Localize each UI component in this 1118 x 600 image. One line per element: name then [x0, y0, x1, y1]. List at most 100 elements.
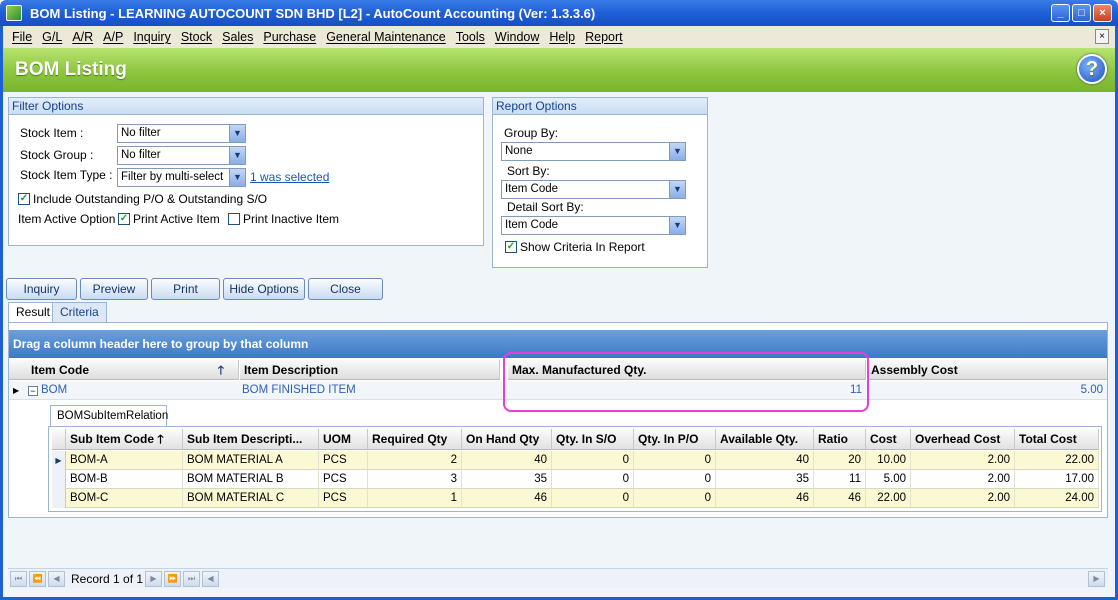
checkbox-unchecked-icon[interactable]: [228, 213, 240, 225]
col-sub-item-description[interactable]: Sub Item Descripti...: [183, 429, 319, 450]
sub-item-code-cell[interactable]: BOM-C: [66, 489, 183, 508]
total-cost-cell[interactable]: 17.00: [1015, 470, 1099, 489]
chevron-down-icon[interactable]: ▼: [229, 169, 245, 186]
chevron-down-icon[interactable]: ▼: [669, 143, 685, 160]
inquiry-button[interactable]: Inquiry: [6, 278, 77, 300]
collapse-icon[interactable]: −: [28, 386, 38, 396]
col-uom[interactable]: UOM: [319, 429, 368, 450]
col-total-cost[interactable]: Total Cost: [1015, 429, 1099, 450]
sub-item-code-cell[interactable]: BOM-A: [66, 451, 183, 470]
tab-result[interactable]: Result: [8, 302, 59, 324]
tab-criteria[interactable]: Criteria: [52, 302, 107, 322]
col-cost[interactable]: Cost: [866, 429, 911, 450]
required-qty-cell[interactable]: 3: [368, 470, 462, 489]
stock-item-combo[interactable]: No filter ▼: [117, 124, 246, 143]
overhead-cost-cell[interactable]: 2.00: [911, 489, 1015, 508]
item-description-cell[interactable]: BOM FINISHED ITEM: [242, 381, 500, 400]
chevron-down-icon[interactable]: ▼: [229, 125, 245, 142]
available-qty-cell[interactable]: 35: [716, 470, 814, 489]
prev-page-icon[interactable]: ⏪: [29, 571, 46, 587]
detail-sort-by-combo[interactable]: Item Code ▼: [501, 216, 686, 235]
overhead-cost-cell[interactable]: 2.00: [911, 451, 1015, 470]
required-qty-cell[interactable]: 1: [368, 489, 462, 508]
close-window-button[interactable]: ×: [1093, 4, 1112, 22]
col-on-hand-qty[interactable]: On Hand Qty: [462, 429, 552, 450]
col-required-qty[interactable]: Required Qty: [368, 429, 462, 450]
chevron-down-icon[interactable]: ▼: [669, 181, 685, 198]
print-active-checkbox[interactable]: ✓ Print Active Item: [118, 212, 220, 226]
col-qty-in-so[interactable]: Qty. In S/O: [552, 429, 634, 450]
col-ratio[interactable]: Ratio: [814, 429, 866, 450]
prev-record-icon[interactable]: ◀: [48, 571, 65, 587]
hide-options-button[interactable]: Hide Options: [223, 278, 305, 300]
available-qty-cell[interactable]: 40: [716, 451, 814, 470]
ratio-cell[interactable]: 11: [814, 470, 866, 489]
menu-gl[interactable]: G/L: [42, 30, 62, 44]
next-page-icon[interactable]: ⏩: [164, 571, 181, 587]
ratio-cell[interactable]: 46: [814, 489, 866, 508]
qty-in-po-cell[interactable]: 0: [634, 451, 716, 470]
checkbox-checked-icon[interactable]: ✓: [505, 241, 517, 253]
available-qty-cell[interactable]: 46: [716, 489, 814, 508]
uom-cell[interactable]: PCS: [319, 451, 368, 470]
menu-inquiry[interactable]: Inquiry: [133, 30, 171, 44]
ratio-cell[interactable]: 20: [814, 451, 866, 470]
qty-in-so-cell[interactable]: 0: [552, 470, 634, 489]
on-hand-qty-cell[interactable]: 40: [462, 451, 552, 470]
help-icon[interactable]: ?: [1077, 54, 1107, 84]
menu-tools[interactable]: Tools: [456, 30, 485, 44]
total-cost-cell[interactable]: 22.00: [1015, 451, 1099, 470]
col-item-description[interactable]: Item Description: [240, 360, 500, 380]
tab-bom-sub-item-relation[interactable]: BOMSubItemRelation: [50, 405, 168, 426]
last-record-icon[interactable]: ⏭: [183, 571, 200, 587]
first-record-icon[interactable]: ⏮: [10, 571, 27, 587]
menu-ap[interactable]: A/P: [103, 30, 123, 44]
col-sub-item-code[interactable]: Sub Item Code 🡑: [66, 429, 183, 450]
chevron-down-icon[interactable]: ▼: [229, 147, 245, 164]
sub-item-description-cell[interactable]: BOM MATERIAL B: [183, 470, 319, 489]
on-hand-qty-cell[interactable]: 35: [462, 470, 552, 489]
sub-item-description-cell[interactable]: BOM MATERIAL A: [183, 451, 319, 470]
close-button[interactable]: Close: [308, 278, 383, 300]
menu-file[interactable]: File: [12, 30, 32, 44]
overhead-cost-cell[interactable]: 2.00: [911, 470, 1015, 489]
col-assembly-cost[interactable]: Assembly Cost: [867, 360, 1107, 380]
col-qty-in-po[interactable]: Qty. In P/O: [634, 429, 716, 450]
sub-item-description-cell[interactable]: BOM MATERIAL C: [183, 489, 319, 508]
scroll-left-icon[interactable]: ◀: [202, 571, 219, 587]
cost-cell[interactable]: 5.00: [866, 470, 911, 489]
col-available-qty[interactable]: Available Qty.: [716, 429, 814, 450]
chevron-down-icon[interactable]: ▼: [669, 217, 685, 234]
mdi-close-button[interactable]: ×: [1095, 29, 1109, 44]
menu-window[interactable]: Window: [495, 30, 539, 44]
checkbox-checked-icon[interactable]: ✓: [118, 213, 130, 225]
cost-cell[interactable]: 10.00: [866, 451, 911, 470]
menu-help[interactable]: Help: [549, 30, 575, 44]
qty-in-po-cell[interactable]: 0: [634, 470, 716, 489]
selected-items-link[interactable]: 1 was selected: [250, 170, 329, 184]
qty-in-so-cell[interactable]: 0: [552, 451, 634, 470]
item-code-cell[interactable]: − BOM: [28, 381, 238, 400]
required-qty-cell[interactable]: 2: [368, 451, 462, 470]
qty-in-po-cell[interactable]: 0: [634, 489, 716, 508]
include-outstanding-checkbox[interactable]: ✓ Include Outstanding P/O & Outstanding S…: [18, 192, 267, 206]
on-hand-qty-cell[interactable]: 46: [462, 489, 552, 508]
menu-stock[interactable]: Stock: [181, 30, 212, 44]
uom-cell[interactable]: PCS: [319, 489, 368, 508]
menu-ar[interactable]: A/R: [72, 30, 93, 44]
menu-report[interactable]: Report: [585, 30, 623, 44]
qty-in-so-cell[interactable]: 0: [552, 489, 634, 508]
col-overhead-cost[interactable]: Overhead Cost: [911, 429, 1015, 450]
assembly-cost-cell[interactable]: 5.00: [867, 381, 1103, 400]
total-cost-cell[interactable]: 24.00: [1015, 489, 1099, 508]
minimize-button[interactable]: _: [1051, 4, 1070, 22]
uom-cell[interactable]: PCS: [319, 470, 368, 489]
stock-item-type-combo[interactable]: Filter by multi-select ▼: [117, 168, 246, 187]
preview-button[interactable]: Preview: [80, 278, 148, 300]
sort-by-combo[interactable]: Item Code ▼: [501, 180, 686, 199]
next-record-icon[interactable]: ▶: [145, 571, 162, 587]
menu-general-maintenance[interactable]: General Maintenance: [326, 30, 446, 44]
menu-sales[interactable]: Sales: [222, 30, 253, 44]
print-inactive-checkbox[interactable]: Print Inactive Item: [228, 212, 339, 226]
menu-purchase[interactable]: Purchase: [263, 30, 316, 44]
